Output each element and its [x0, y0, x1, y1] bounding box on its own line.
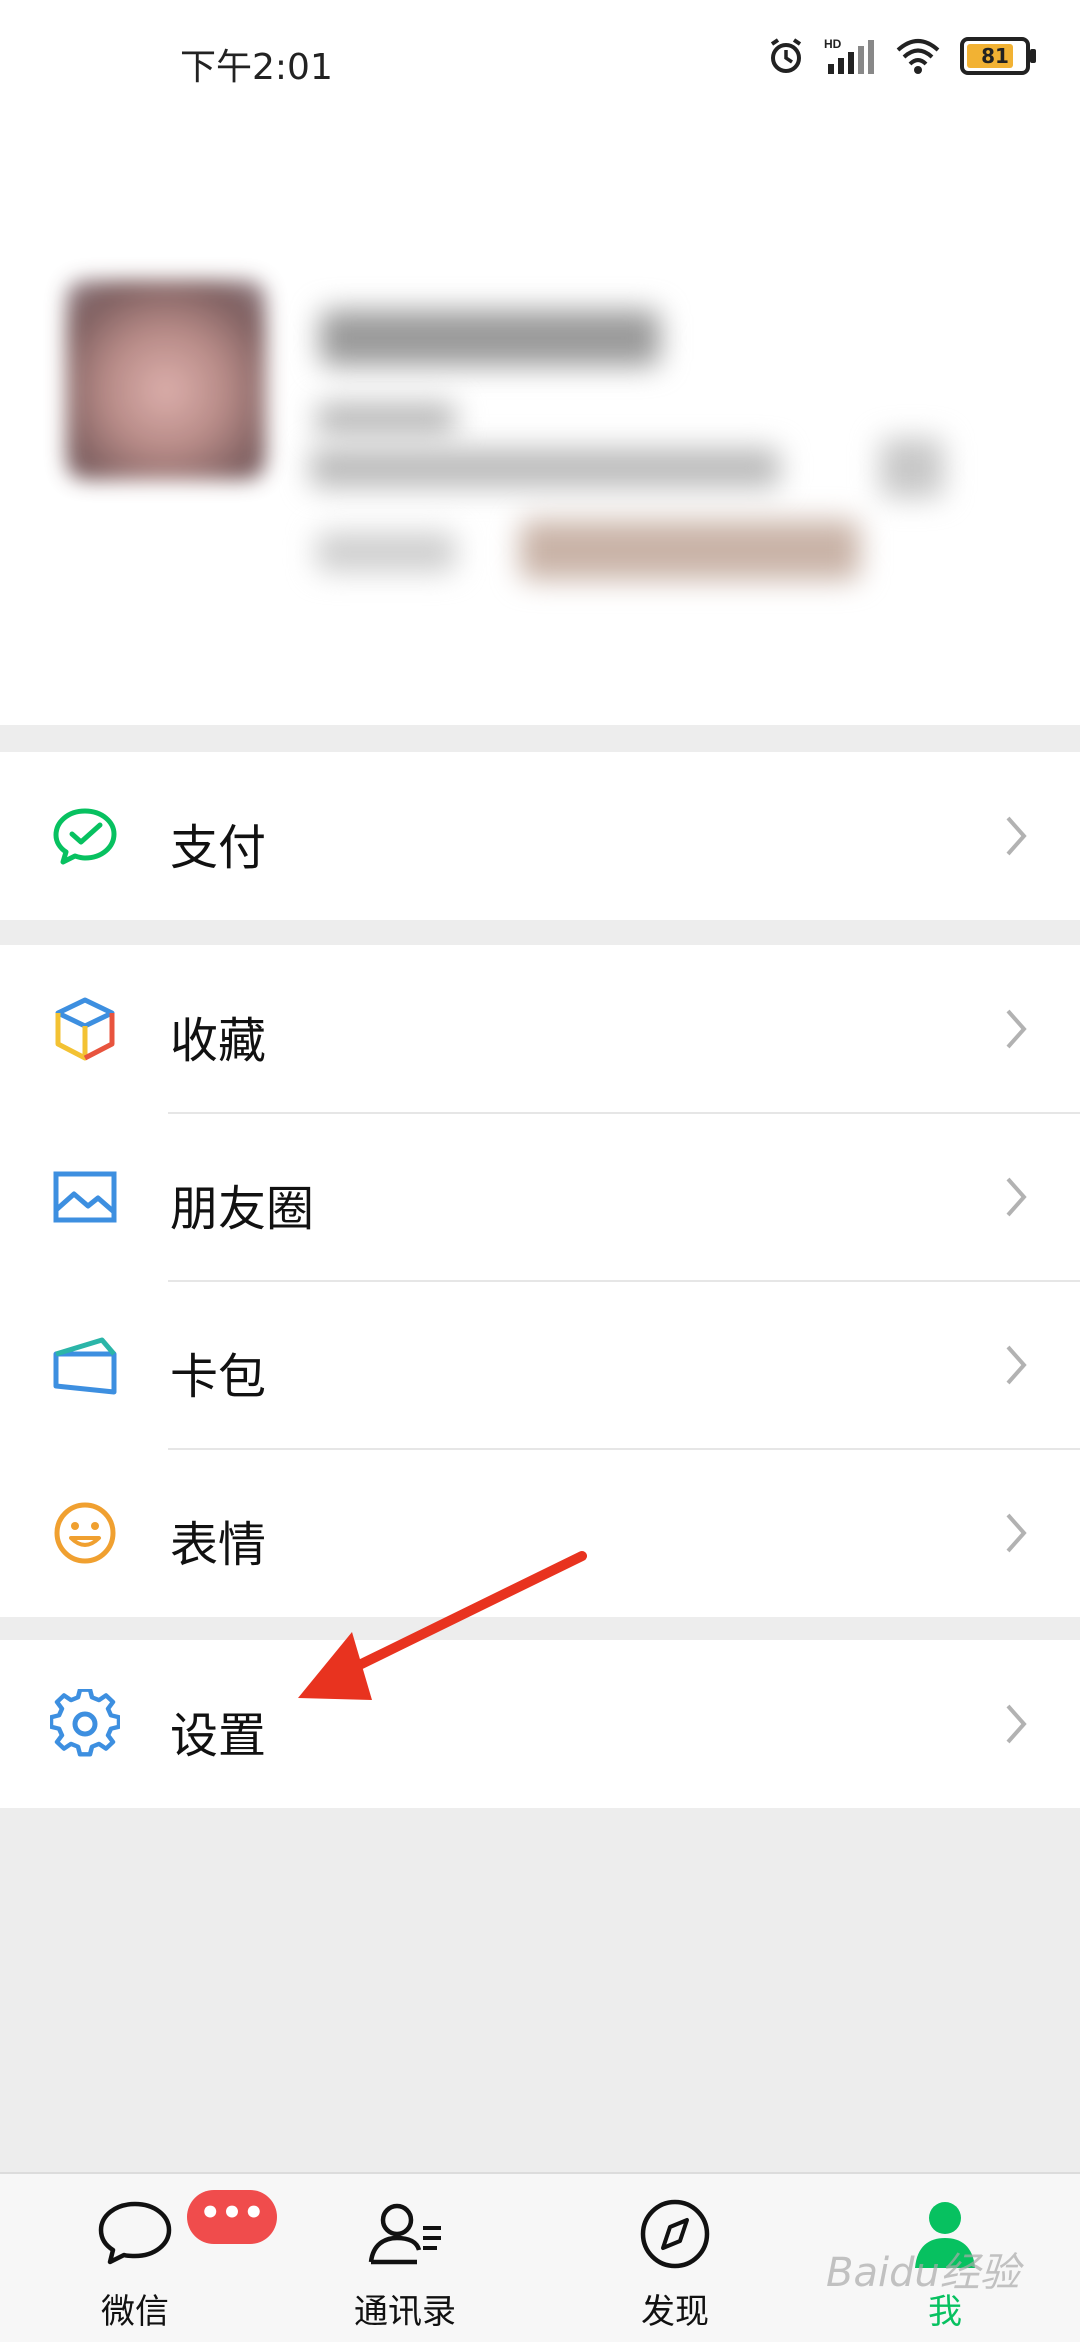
menu-label-moments: 朋友圈 [170, 1181, 315, 1237]
wifi-icon [896, 39, 940, 74]
menu-item-moments[interactable]: 朋友圈 [0, 1113, 1080, 1281]
menu-item-pay[interactable]: 支付 [0, 752, 1080, 920]
pay-icon [53, 808, 117, 865]
moments-image-icon [53, 1171, 117, 1223]
stickers-smile-icon [54, 1502, 116, 1564]
contacts-person-icon [368, 2203, 441, 2265]
menu-label-settings: 设置 [170, 1708, 267, 1764]
menu-group-main: 收藏 朋友圈 卡包 表情 [0, 945, 1080, 1617]
signal-icon: HD [824, 37, 874, 74]
unread-badge: ••• [187, 2190, 277, 2244]
menu-item-stickers[interactable]: 表情 [0, 1449, 1080, 1617]
settings-gear-icon [50, 1689, 120, 1757]
bottom-tab-bar: ••• 微信 通讯录 发现 我 Baidu经验 [0, 2172, 1080, 2342]
menu-label-pay: 支付 [170, 820, 267, 876]
chevron-right-icon [1006, 1177, 1027, 1217]
status-bar: 下午2:01 HD 81 [0, 0, 1080, 120]
tab-chats[interactable]: ••• 微信 [35, 2174, 277, 2342]
chevron-right-icon [1006, 1345, 1027, 1385]
blurred-friends-status[interactable] [520, 520, 860, 580]
menu-label-stickers: 表情 [170, 1517, 267, 1573]
menu-item-favorites[interactable]: 收藏 [0, 945, 1080, 1113]
status-icons: HD 81 [766, 36, 1036, 76]
tab-label-discover: 发现 [641, 2292, 709, 2332]
chevron-right-icon [1006, 816, 1027, 856]
blurred-wechat-id [310, 448, 780, 488]
chat-bubble-icon [98, 2201, 172, 2265]
menu-label-favorites: 收藏 [170, 1013, 267, 1069]
menu-group-settings: 设置 [0, 1640, 1080, 1808]
battery-indicator: 81 [960, 37, 1036, 75]
watermark: Baidu经验 [826, 2250, 1020, 2296]
status-time: 下午2:01 [180, 47, 333, 88]
menu-item-settings[interactable]: 设置 [0, 1640, 1080, 1808]
chevron-right-icon [1006, 1009, 1027, 1049]
alarm-icon [770, 38, 802, 73]
svg-text:HD: HD [824, 37, 842, 51]
tab-discover[interactable]: 发现 [575, 2174, 775, 2342]
tab-label-chats: 微信 [101, 2292, 169, 2332]
favorites-cube-icon [55, 997, 115, 1061]
blurred-nickname [320, 310, 660, 366]
avatar[interactable] [66, 280, 266, 480]
tab-contacts[interactable]: 通讯录 [305, 2174, 505, 2342]
blurred-status-button[interactable] [316, 532, 456, 572]
profile-header[interactable] [0, 120, 1080, 725]
menu-label-cards: 卡包 [170, 1349, 267, 1405]
chevron-right-icon [1006, 1704, 1027, 1744]
chevron-right-icon [1006, 1513, 1027, 1553]
qr-code-icon[interactable] [880, 438, 944, 498]
battery-level: 81 [981, 44, 1009, 68]
tab-label-contacts: 通讯录 [354, 2292, 456, 2332]
blurred-id-label [316, 402, 456, 436]
cards-wallet-icon [53, 1337, 117, 1395]
menu-item-cards[interactable]: 卡包 [0, 1281, 1080, 1449]
menu-group-pay: 支付 [0, 752, 1080, 920]
compass-icon [640, 2199, 710, 2269]
